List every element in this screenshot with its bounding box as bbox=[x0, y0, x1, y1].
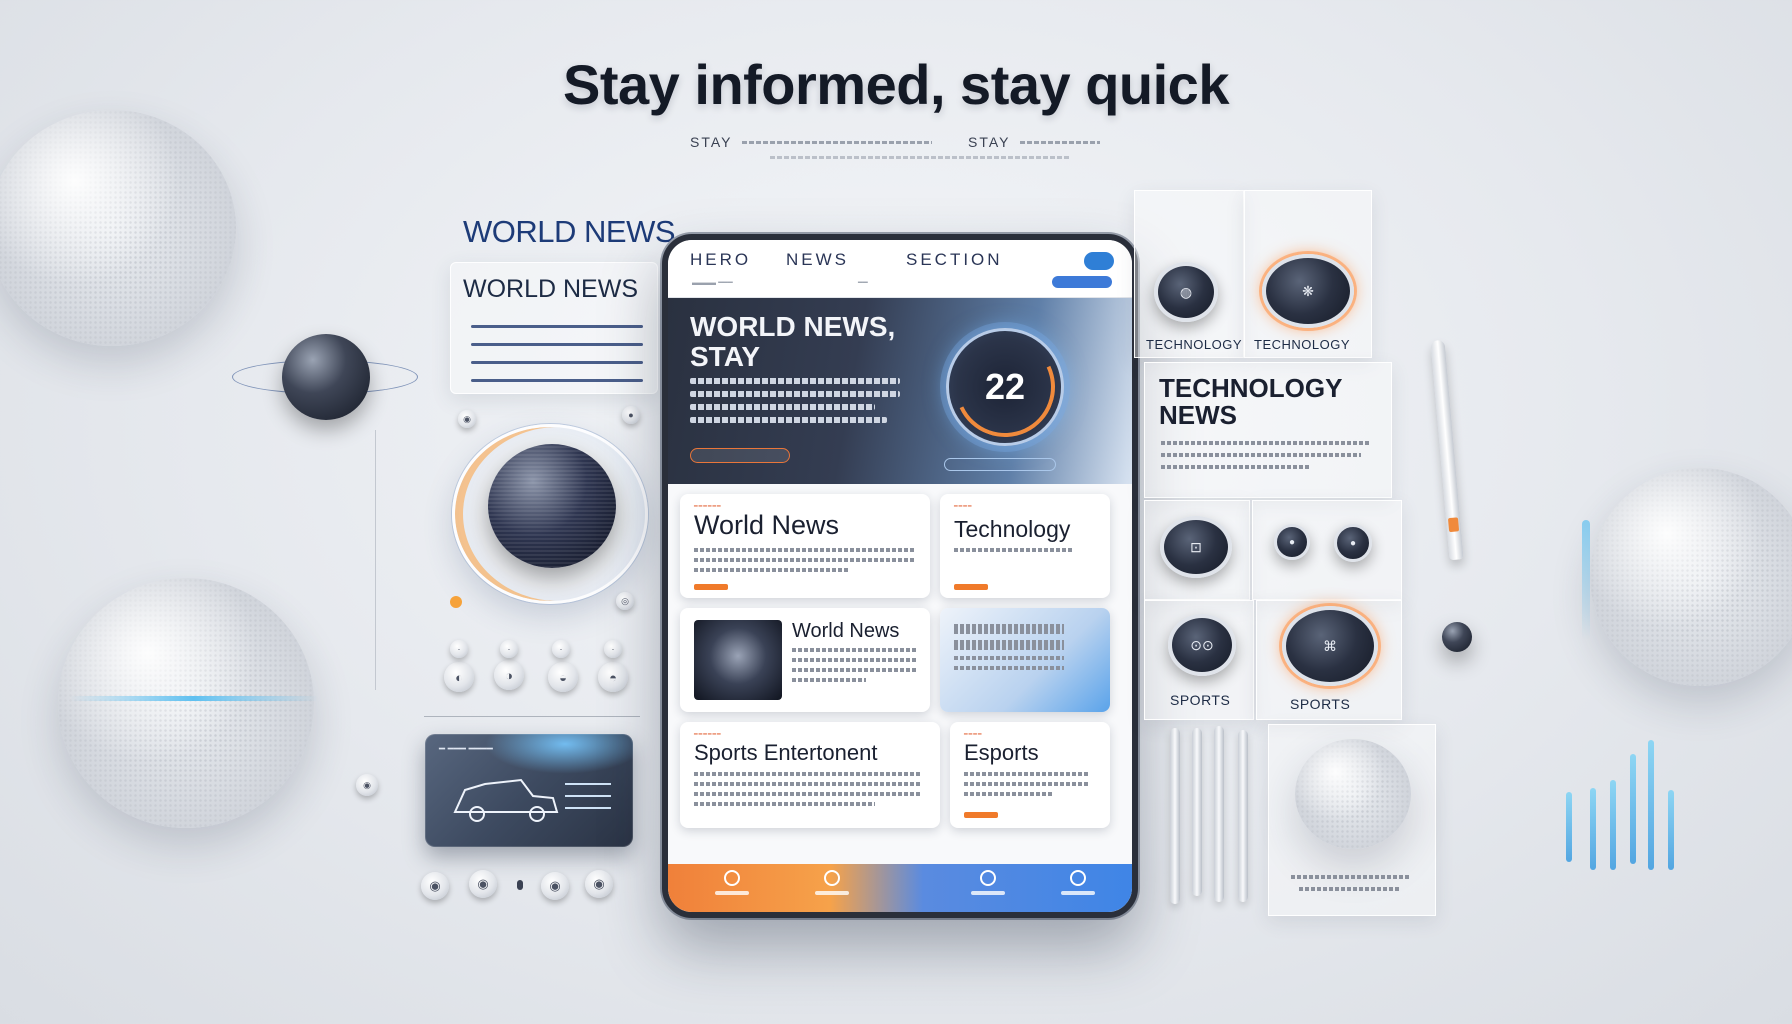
hero-secondary-button[interactable] bbox=[944, 458, 1056, 471]
slider-bar-2[interactable] bbox=[1192, 728, 1202, 896]
phone-header: HERO NEWS SECTION ▬▬▬ ━━━ ━━ bbox=[668, 240, 1132, 298]
eq-bar-5 bbox=[1648, 740, 1654, 870]
mini-knob-2[interactable]: ● bbox=[1334, 524, 1372, 562]
eq-bar-6 bbox=[1668, 790, 1674, 870]
eq-bar-2 bbox=[1590, 788, 1596, 870]
control-knob-2[interactable]: ◑ bbox=[494, 660, 524, 690]
nav-hero[interactable]: HERO bbox=[690, 250, 751, 270]
tech-news-title: TECHNOLOGY NEWS bbox=[1159, 373, 1342, 430]
control-knob-1[interactable]: ◐ bbox=[444, 662, 474, 692]
right-panel-sphere bbox=[1268, 724, 1436, 916]
tech-knob-1[interactable]: ◍ bbox=[1154, 262, 1218, 322]
eq-bar-3 bbox=[1610, 780, 1616, 870]
card-world-news-image[interactable]: World News bbox=[680, 608, 930, 712]
bottom-nav-item-3[interactable] bbox=[958, 870, 1018, 895]
bottom-knob-4[interactable]: ◉ bbox=[585, 870, 613, 898]
left-glass-panel: WORLD NEWS bbox=[450, 262, 658, 394]
bottom-knob-3[interactable]: ◉ bbox=[541, 872, 569, 900]
small-dark-ball bbox=[1442, 622, 1472, 652]
orb-knob-bottom-right[interactable]: ◎ bbox=[616, 592, 634, 610]
car-icon bbox=[453, 778, 611, 822]
left-world-news-title: WORLD NEWS bbox=[463, 214, 676, 249]
card-blue-feature[interactable] bbox=[940, 608, 1110, 712]
sphere-blue-streak-right bbox=[1582, 520, 1590, 640]
decor-sphere-top-left bbox=[0, 110, 236, 346]
subline-left: STAY bbox=[690, 134, 733, 150]
eq-bar-4 bbox=[1630, 754, 1636, 864]
bottom-knob-1[interactable]: ◉ bbox=[421, 872, 449, 900]
sports-label-2: SPORTS bbox=[1290, 696, 1351, 712]
panel-sphere bbox=[1295, 739, 1411, 849]
control-knob-3[interactable]: ◒ bbox=[548, 662, 578, 692]
control-knob-small-1[interactable]: · bbox=[450, 640, 468, 658]
sports-knob-2[interactable]: ⌘ bbox=[1282, 606, 1378, 686]
mini-knob-1[interactable]: ● bbox=[1274, 524, 1310, 560]
hero-body-text bbox=[690, 378, 900, 430]
hero-title: WORLD NEWS, STAY bbox=[690, 311, 896, 372]
tech-news-panel: TECHNOLOGY NEWS bbox=[1144, 362, 1392, 498]
pen-icon bbox=[1430, 339, 1464, 561]
hero-read-more-button[interactable] bbox=[690, 448, 790, 463]
control-knob-4[interactable]: ◓ bbox=[598, 662, 628, 692]
gauge-icon: 22 bbox=[940, 322, 1070, 452]
headline: Stay informed, stay quick bbox=[563, 53, 1229, 116]
header-pill-button[interactable] bbox=[1052, 276, 1112, 288]
card-world-news-2-title: World News bbox=[792, 620, 900, 642]
tech-label-2: TECHNOLOGY bbox=[1254, 337, 1351, 352]
tech-knob-2[interactable]: ❋ bbox=[1262, 254, 1354, 328]
left-world-news-subtitle: WORLD NEWS bbox=[463, 275, 638, 303]
vertical-line-left bbox=[375, 430, 376, 690]
card-sports-entertainment[interactable]: ━━━━━━ Sports Entertonent bbox=[680, 722, 940, 828]
orb-knob-top-left[interactable]: ◉ bbox=[458, 410, 476, 428]
right-panel-row2-b bbox=[1252, 500, 1402, 600]
bottom-nav-item-1[interactable] bbox=[702, 870, 762, 895]
sports-knob-1[interactable]: ⊙⊙ bbox=[1168, 614, 1236, 676]
orange-dot bbox=[450, 596, 462, 608]
control-knob-small-3[interactable]: · bbox=[552, 640, 570, 658]
dark-sphere bbox=[282, 334, 370, 420]
card-thumbnail bbox=[694, 620, 782, 700]
vehicle-card[interactable]: ━ ━━━ ━━━━ bbox=[425, 734, 633, 847]
decor-sphere-bottom-left bbox=[58, 578, 314, 828]
nav-news[interactable]: NEWS bbox=[786, 250, 849, 270]
subline-right: STAY bbox=[968, 134, 1011, 150]
phone-mockup: HERO NEWS SECTION ▬▬▬ ━━━ ━━ WORLD NEWS,… bbox=[662, 234, 1138, 918]
bottom-dot bbox=[517, 880, 523, 890]
slider-bar-4[interactable] bbox=[1238, 730, 1248, 902]
sports-knob-top[interactable]: ⊡ bbox=[1160, 516, 1232, 578]
slider-bar-1[interactable] bbox=[1170, 728, 1180, 904]
nav-section[interactable]: SECTION bbox=[906, 250, 1003, 270]
control-knob-small-4[interactable]: · bbox=[604, 640, 622, 658]
hero-section: WORLD NEWS, STAY 22 bbox=[668, 298, 1132, 484]
orb-knob-top-right[interactable]: ● bbox=[622, 406, 640, 424]
bottom-nav-item-4[interactable] bbox=[1048, 870, 1108, 895]
globe-orb bbox=[488, 444, 616, 568]
sphere-blue-streak bbox=[70, 696, 318, 701]
eq-bar-1 bbox=[1566, 792, 1572, 862]
header-sub-1: ▬▬▬ ━━━ bbox=[692, 278, 733, 287]
card-sports-entertainment-title: Sports Entertonent bbox=[694, 740, 878, 765]
card-esports-title: Esports bbox=[964, 740, 1039, 765]
bottom-nav-bar bbox=[668, 864, 1132, 912]
slider-bar-3[interactable] bbox=[1214, 726, 1224, 902]
divider-left bbox=[424, 716, 640, 717]
card-technology[interactable]: ━━━━ Technology bbox=[940, 494, 1110, 598]
tech-label-1: TECHNOLOGY bbox=[1146, 337, 1243, 352]
sports-label-1: SPORTS bbox=[1170, 692, 1231, 708]
decor-sphere-right bbox=[1590, 468, 1792, 686]
card-esports[interactable]: ━━━━ Esports bbox=[950, 722, 1110, 828]
bottom-nav-item-2[interactable] bbox=[802, 870, 862, 895]
header-sub-2: ━━ bbox=[858, 278, 868, 287]
subline: STAY STAY bbox=[690, 134, 1102, 164]
card-world-news[interactable]: ━━━━━━ World News bbox=[680, 494, 930, 598]
control-knob-small-2[interactable]: · bbox=[500, 640, 518, 658]
card-world-news-title: World News bbox=[694, 510, 840, 540]
small-knob-left[interactable]: ◉ bbox=[356, 774, 378, 796]
card-technology-title: Technology bbox=[954, 516, 1071, 542]
camera-icon[interactable] bbox=[1084, 252, 1114, 270]
bottom-knob-2[interactable]: ◉ bbox=[469, 870, 497, 898]
